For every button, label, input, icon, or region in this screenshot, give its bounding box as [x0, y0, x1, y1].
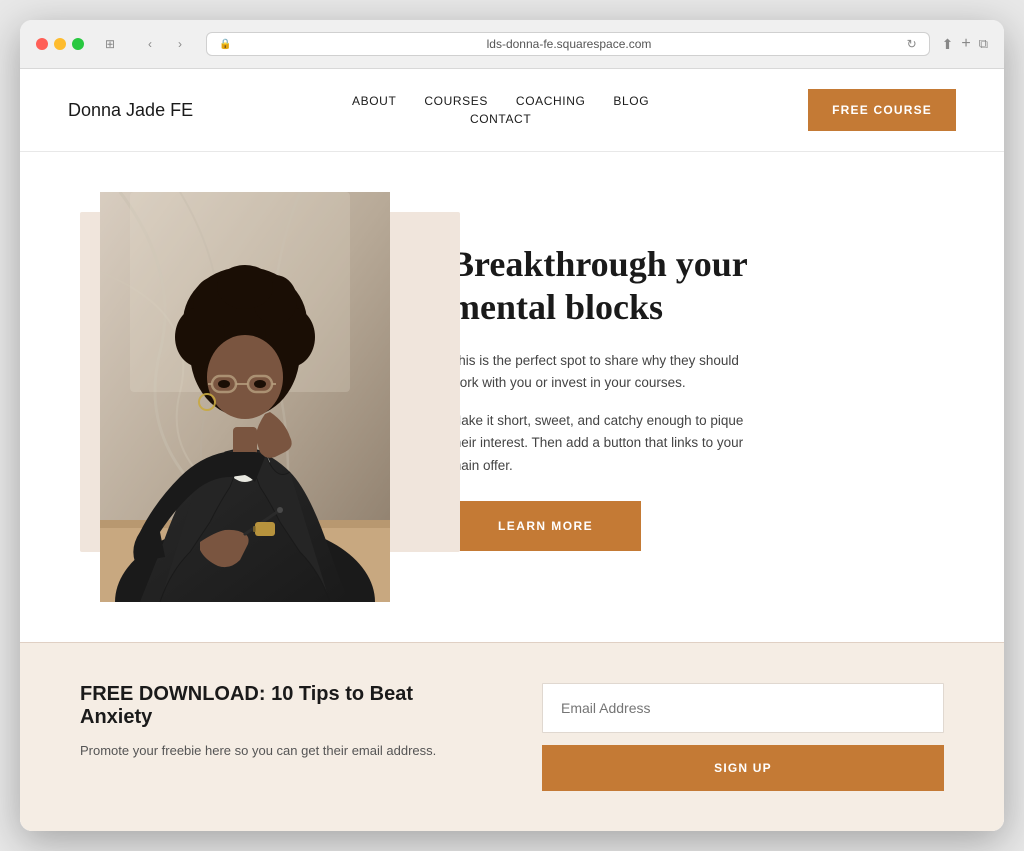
nav-row-top: ABOUT COURSES COACHING BLOG	[352, 94, 649, 108]
browser-chrome: ⊞ ‹ › 🔒 lds-donna-fe.squarespace.com ↻ ⬆…	[20, 20, 1004, 69]
minimize-button[interactable]	[54, 38, 66, 50]
hero-image-container	[100, 192, 390, 602]
site-logo: Donna Jade FE	[68, 100, 193, 121]
url-text: lds-donna-fe.squarespace.com	[237, 37, 900, 51]
site-header: Donna Jade FE ABOUT COURSES COACHING BLO…	[20, 69, 1004, 152]
free-course-button[interactable]: FREE COURSE	[808, 89, 956, 131]
hero-image	[100, 192, 390, 602]
close-button[interactable]	[36, 38, 48, 50]
signup-text-area: FREE DOWNLOAD: 10 Tips to Beat Anxiety P…	[80, 683, 482, 762]
sidebar-toggle-button[interactable]: ⊞	[96, 34, 124, 54]
main-nav: ABOUT COURSES COACHING BLOG CONTACT	[193, 94, 808, 126]
nav-coaching[interactable]: COACHING	[516, 94, 585, 108]
nav-blog[interactable]: BLOG	[613, 94, 649, 108]
hero-section: Breakthrough your mental blocks This is …	[20, 152, 1004, 642]
signup-form: SIGN UP	[542, 683, 944, 791]
share-icon[interactable]: ⬆	[942, 36, 954, 53]
lock-icon: 🔒	[219, 39, 231, 50]
signup-title: FREE DOWNLOAD: 10 Tips to Beat Anxiety	[80, 683, 482, 729]
hero-desc-2: Make it short, sweet, and catchy enough …	[450, 410, 770, 477]
browser-window: ⊞ ‹ › 🔒 lds-donna-fe.squarespace.com ↻ ⬆…	[20, 20, 1004, 831]
nav-arrows: ‹ ›	[136, 34, 194, 54]
nav-row-bottom: CONTACT	[470, 112, 531, 126]
fullscreen-button[interactable]	[72, 38, 84, 50]
refresh-button[interactable]: ↻	[907, 37, 917, 51]
hero-desc-1: This is the perfect spot to share why th…	[450, 350, 770, 395]
traffic-lights	[36, 38, 84, 50]
signup-button[interactable]: SIGN UP	[542, 745, 944, 791]
nav-contact[interactable]: CONTACT	[470, 112, 531, 126]
signup-section: FREE DOWNLOAD: 10 Tips to Beat Anxiety P…	[20, 642, 1004, 831]
website-content: Donna Jade FE ABOUT COURSES COACHING BLO…	[20, 69, 1004, 831]
back-button[interactable]: ‹	[136, 34, 164, 54]
forward-button[interactable]: ›	[166, 34, 194, 54]
nav-courses[interactable]: COURSES	[424, 94, 488, 108]
person-illustration	[100, 192, 390, 602]
hero-title: Breakthrough your mental blocks	[450, 243, 770, 329]
tabs-icon[interactable]: ⧉	[979, 36, 988, 52]
address-bar[interactable]: 🔒 lds-donna-fe.squarespace.com ↻	[206, 32, 930, 56]
new-tab-icon[interactable]: +	[961, 35, 970, 53]
browser-actions: ⬆ + ⧉	[942, 35, 988, 53]
learn-more-button[interactable]: LEARN MORE	[450, 501, 641, 551]
nav-about[interactable]: ABOUT	[352, 94, 396, 108]
email-input[interactable]	[542, 683, 944, 733]
hero-content: Breakthrough your mental blocks This is …	[450, 243, 770, 551]
person-photo	[100, 192, 390, 602]
signup-desc: Promote your freebie here so you can get…	[80, 741, 482, 762]
